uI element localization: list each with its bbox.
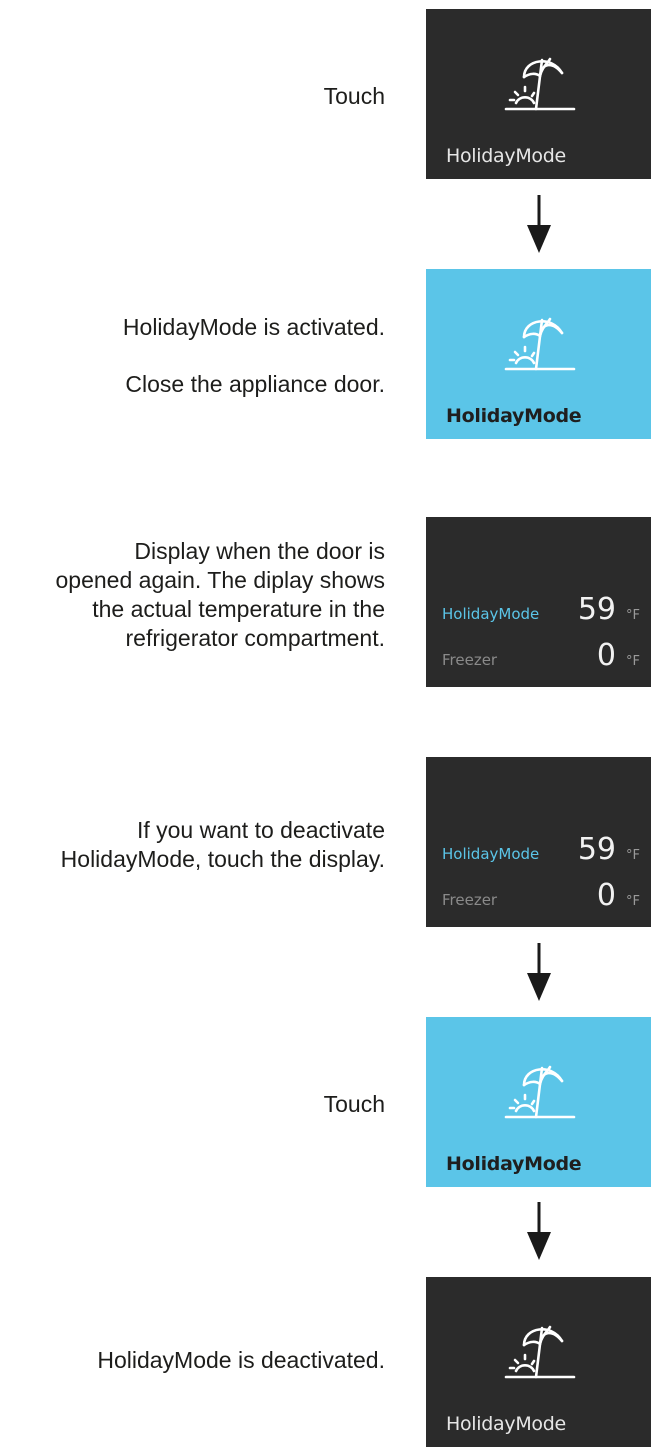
- step-1-line-1: Touch: [323, 83, 385, 109]
- step-5-line-1: Touch: [323, 1091, 385, 1117]
- temperature-value: 0: [596, 638, 616, 673]
- temperature-row-freezer: Freezer 0 °F: [442, 635, 640, 675]
- temperature-row-freezer: Freezer 0 °F: [442, 875, 640, 915]
- temperature-unit: °F: [626, 848, 640, 863]
- step-4-line-2: HolidayMode, touch the display.: [60, 846, 385, 872]
- compartment-name: Freezer: [442, 651, 498, 669]
- arrow-down-icon: [527, 943, 551, 1001]
- step-3-line-3: the actual temperature in the: [92, 596, 385, 622]
- arrow-down-icon: [527, 1202, 551, 1260]
- step-6-instruction: HolidayMode is deactivated.: [97, 1346, 385, 1375]
- umbrella-sun-icon: [504, 57, 576, 111]
- compartment-name: HolidayMode: [442, 845, 540, 863]
- temperature-display[interactable]: HolidayMode 59 °F Freezer 0 °F: [426, 757, 651, 927]
- step-3-instruction: Display when the door is opened again. T…: [56, 537, 385, 653]
- holiday-mode-label: HolidayMode: [446, 1153, 582, 1175]
- step-2-line-1: HolidayMode is activated.: [122, 314, 385, 340]
- step-1-instruction: Touch: [324, 82, 385, 111]
- step-4-instruction: If you want to deactivate HolidayMode, t…: [61, 816, 385, 874]
- compartment-name: HolidayMode: [442, 605, 540, 623]
- compartment-name: Freezer: [442, 891, 498, 909]
- step-3-line-4: refrigerator compartment.: [125, 625, 385, 651]
- umbrella-sun-icon: [504, 1325, 576, 1379]
- temperature-unit: °F: [626, 894, 640, 909]
- holiday-mode-active-panel: HolidayMode: [426, 269, 651, 439]
- step-5-instruction: Touch: [324, 1090, 385, 1119]
- temperature-display[interactable]: HolidayMode 59 °F Freezer 0 °F: [426, 517, 651, 687]
- temperature-value: 59: [577, 832, 616, 867]
- holiday-mode-label: HolidayMode: [446, 145, 566, 167]
- holiday-mode-button[interactable]: HolidayMode: [426, 9, 651, 179]
- temperature-value: 59: [577, 592, 616, 627]
- step-2-line-2: Close the appliance door.: [125, 371, 385, 397]
- temperature-value: 0: [596, 878, 616, 913]
- step-2-instruction: HolidayMode is activated. Close the appl…: [123, 313, 385, 399]
- step-6-line-1: HolidayMode is deactivated.: [97, 1347, 385, 1373]
- temperature-unit: °F: [626, 608, 640, 623]
- step-3-line-1: Display when the door is: [134, 538, 385, 564]
- temperature-row-holiday: HolidayMode 59 °F: [442, 829, 640, 869]
- umbrella-sun-icon: [504, 1065, 576, 1119]
- temperature-unit: °F: [626, 654, 640, 669]
- umbrella-sun-icon: [504, 317, 576, 371]
- holiday-mode-label: HolidayMode: [446, 405, 582, 427]
- temperature-row-holiday: HolidayMode 59 °F: [442, 589, 640, 629]
- holiday-mode-label: HolidayMode: [446, 1413, 566, 1435]
- step-3-line-2: opened again. The diplay shows: [55, 567, 385, 593]
- holiday-mode-button[interactable]: HolidayMode: [426, 1017, 651, 1187]
- arrow-down-icon: [527, 195, 551, 253]
- holiday-mode-inactive-panel: HolidayMode: [426, 1277, 651, 1447]
- step-4-line-1: If you want to deactivate: [136, 817, 385, 843]
